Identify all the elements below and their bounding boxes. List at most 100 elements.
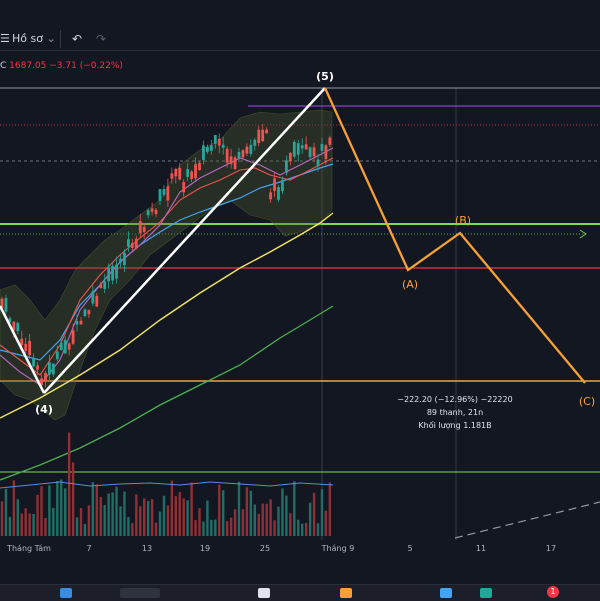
volume-bar: [261, 503, 264, 536]
candle-body: [32, 358, 35, 367]
volume-bar: [178, 492, 181, 536]
candle-body: [324, 145, 328, 160]
volume-bar: [245, 487, 249, 536]
volume-bar: [150, 499, 154, 536]
volume-bar: [32, 513, 35, 536]
notification-badge: 1: [547, 586, 559, 598]
volume-bar: [115, 486, 118, 536]
volume-bar: [20, 513, 23, 536]
candle-body: [162, 189, 166, 195]
candle-body: [59, 342, 63, 351]
undo-icon[interactable]: ↶: [72, 32, 82, 46]
candle-body: [245, 146, 249, 154]
volume-bar: [328, 482, 332, 536]
redo-icon[interactable]: ↷: [96, 32, 106, 46]
volume-bar: [139, 506, 142, 536]
candle-body: [190, 171, 193, 180]
candle-body: [115, 264, 118, 279]
volume-bar: [257, 513, 260, 536]
volume-bar: [273, 520, 276, 536]
volume-bar: [111, 492, 114, 536]
volume-bar: [44, 518, 47, 536]
volume-bar: [233, 509, 237, 536]
price-chart[interactable]: (4) (5) (A) (B) (C) Tháng Tám 7 13 19 25 Thán…: [0, 0, 600, 600]
candle-body: [166, 186, 170, 201]
candle-body: [127, 239, 130, 247]
volume-bar: [91, 482, 95, 536]
candle-body: [233, 157, 237, 170]
volume-bar: [131, 523, 134, 536]
candle-body: [213, 134, 217, 144]
candle-body: [229, 156, 233, 164]
volume-bar: [170, 480, 174, 536]
candle-body: [150, 208, 154, 212]
candle-body: [170, 173, 174, 179]
volume-bar: [71, 462, 75, 536]
candle-body: [285, 160, 288, 173]
x-axis-label: 13: [142, 544, 152, 553]
app-icon[interactable]: [340, 588, 352, 598]
volume-bar: [0, 501, 4, 536]
candle-body: [288, 152, 292, 162]
volume-bar: [4, 488, 8, 536]
candle-body: [281, 179, 284, 192]
candle-body: [158, 189, 162, 201]
hamburger-icon[interactable]: ☰: [0, 32, 10, 45]
wave-label-c: (C): [579, 395, 595, 408]
volume-bar: [206, 500, 209, 536]
x-axis-label: 7: [86, 544, 91, 553]
candle-body: [71, 330, 75, 344]
candle-body: [48, 362, 51, 375]
candle-body: [4, 298, 8, 312]
candle-body: [75, 321, 79, 325]
volume-bar: [87, 505, 91, 536]
x-axis-label: Tháng 9: [321, 544, 355, 553]
volume-bar: [186, 500, 189, 536]
candle-body: [225, 148, 229, 163]
start-icon[interactable]: [60, 588, 72, 598]
candle-body: [202, 145, 205, 161]
volume-bar: [210, 519, 213, 536]
candle-body: [328, 137, 332, 145]
volume-bar: [316, 523, 320, 536]
candle-body: [269, 192, 272, 200]
candle-body: [87, 310, 91, 315]
volume-bar: [214, 519, 217, 536]
profile-menu-button[interactable]: Hồ sơ ⌄: [12, 32, 56, 45]
toolbar: ☰ Hồ sơ ⌄ ↶ ↷: [0, 0, 600, 51]
volume-bar: [99, 496, 102, 536]
candle-body: [63, 339, 67, 354]
candle-body: [174, 168, 178, 177]
app-icon[interactable]: [480, 588, 492, 598]
candle-body: [119, 258, 122, 263]
candle-body: [103, 281, 107, 289]
wave-label-5: (5): [316, 70, 334, 83]
app-icon[interactable]: [258, 588, 270, 598]
candle-body: [95, 295, 99, 307]
volume-bar: [135, 494, 138, 536]
volume-bar: [281, 488, 284, 536]
candle-body: [146, 210, 150, 216]
volume-bar: [166, 505, 170, 536]
candle-body: [51, 363, 55, 375]
candle-body: [273, 178, 276, 191]
quote-prefix: C: [0, 61, 7, 71]
volume-bar: [56, 480, 59, 536]
x-axis-label: 17: [546, 544, 556, 553]
wave-label-4: (4): [35, 403, 53, 416]
candle-body: [138, 221, 142, 234]
wave-label-a: (A): [402, 278, 418, 291]
candle-body: [300, 145, 304, 149]
candle-body: [312, 147, 316, 157]
app-icon[interactable]: [440, 588, 452, 598]
volume-bar: [79, 507, 83, 536]
volume-bar: [190, 482, 193, 536]
app-icon[interactable]: [120, 588, 160, 598]
volume-bar: [75, 517, 79, 536]
volume-bar: [28, 513, 31, 536]
candle-body: [182, 182, 186, 193]
candle-body: [296, 143, 300, 155]
volume-bar: [83, 523, 87, 536]
volume-bar: [324, 510, 328, 536]
candle-body: [186, 169, 190, 177]
